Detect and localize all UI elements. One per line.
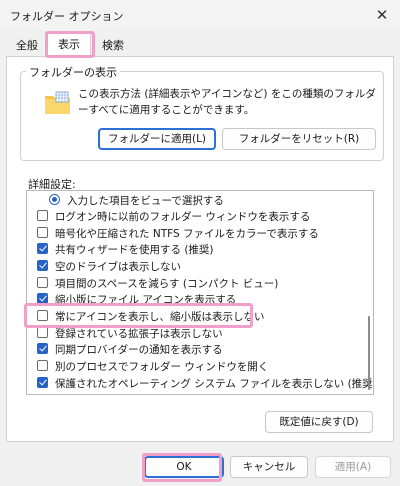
list-item[interactable]: 項目間のスペースを減らす (コンパクト ビュー) bbox=[27, 275, 367, 291]
checkbox[interactable] bbox=[37, 377, 48, 388]
apply-to-folders-button[interactable]: フォルダーに適用(L) bbox=[98, 128, 216, 150]
checkbox[interactable] bbox=[37, 327, 48, 338]
checkbox[interactable] bbox=[37, 260, 48, 271]
folder-icon bbox=[44, 90, 72, 116]
radio-button[interactable] bbox=[49, 194, 60, 205]
highlight-box bbox=[24, 303, 253, 328]
advanced-settings-list[interactable]: 入力した項目をビューで選択する ログオン時に以前のフォルダー ウィンドウを表示す… bbox=[26, 190, 374, 395]
list-item-label: 同期プロバイダーの通知を表示する bbox=[55, 344, 223, 356]
list-item-label: 共有ウィザードを使用する (推奨) bbox=[55, 244, 214, 256]
list-item-label: 項目間のスペースを減らす (コンパクト ビュー) bbox=[55, 278, 279, 290]
list-item-label: 暗号化や圧縮された NTFS ファイルをカラーで表示する bbox=[55, 228, 319, 240]
checkbox[interactable] bbox=[37, 343, 48, 354]
folder-views-label: フォルダーの表示 bbox=[26, 64, 120, 80]
apply-button[interactable]: 適用(A) bbox=[315, 456, 391, 478]
checkbox[interactable] bbox=[37, 360, 48, 371]
checkbox[interactable] bbox=[37, 243, 48, 254]
tab-search[interactable]: 検索 bbox=[92, 36, 134, 56]
window-title: フォルダー オプション bbox=[10, 10, 124, 23]
list-item-label: 空のドライブは表示しない bbox=[55, 261, 181, 273]
close-icon[interactable]: ✕ bbox=[370, 4, 394, 26]
highlight-box bbox=[45, 31, 95, 58]
checkbox[interactable] bbox=[37, 277, 48, 288]
list-item-label: 入力した項目をビューで選択する bbox=[67, 195, 224, 207]
folder-views-description: この表示方法 (詳細表示やアイコンなど) をこの種類のフォルダーすべてに適用する… bbox=[78, 88, 376, 116]
list-item[interactable]: 共有ウィザードを使用する (推奨) bbox=[27, 241, 367, 257]
list-item[interactable]: 空のドライブは表示しない bbox=[27, 258, 367, 274]
scrollbar[interactable] bbox=[368, 316, 370, 390]
checkbox[interactable] bbox=[37, 227, 48, 238]
list-item-label: 別のプロセスでフォルダー ウィンドウを開く bbox=[55, 361, 269, 373]
list-item-label: ログオン時に以前のフォルダー ウィンドウを表示する bbox=[55, 211, 311, 223]
list-item[interactable]: 別のプロセスでフォルダー ウィンドウを開く bbox=[27, 358, 367, 374]
reset-folders-button[interactable]: フォルダーをリセット(R) bbox=[222, 128, 376, 150]
list-item[interactable]: 暗号化や圧縮された NTFS ファイルをカラーで表示する bbox=[27, 225, 367, 241]
list-item[interactable]: 同期プロバイダーの通知を表示する bbox=[27, 341, 367, 357]
list-item[interactable]: 入力した項目をビューで選択する bbox=[27, 192, 367, 208]
checkbox[interactable] bbox=[37, 210, 48, 221]
list-item-label: 保護されたオペレーティング システム ファイルを表示しない (推奨) bbox=[55, 378, 374, 390]
list-item-label: 登録されている拡張子は表示しない bbox=[55, 328, 223, 340]
highlight-box bbox=[142, 453, 222, 482]
list-item[interactable]: ログオン時に以前のフォルダー ウィンドウを表示する bbox=[27, 208, 367, 224]
tab-general[interactable]: 全般 bbox=[8, 36, 46, 56]
cancel-button[interactable]: キャンセル bbox=[230, 456, 308, 478]
restore-defaults-button[interactable]: 既定値に戻す(D) bbox=[265, 411, 373, 433]
list-item[interactable]: 保護されたオペレーティング システム ファイルを表示しない (推奨) bbox=[27, 375, 373, 391]
